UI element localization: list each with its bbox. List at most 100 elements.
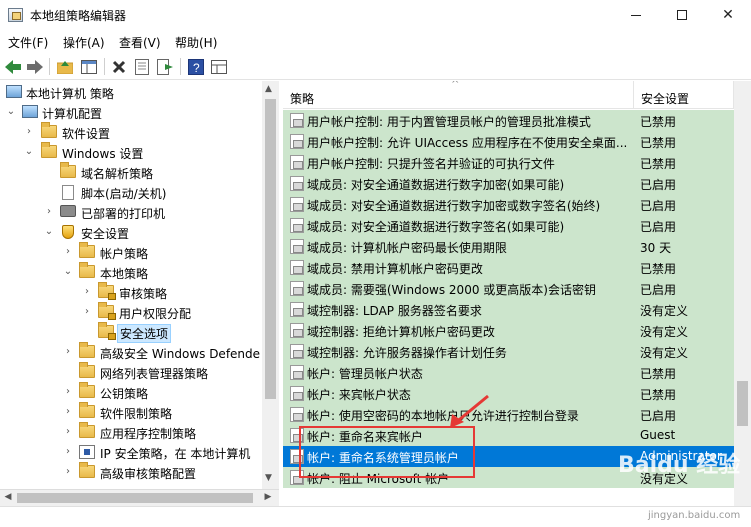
policy-setting: 已启用: [640, 220, 677, 234]
show-hide-tree-button[interactable]: [80, 58, 98, 75]
tree-node-account-policies[interactable]: › 帐户策略: [0, 242, 262, 263]
menu-view[interactable]: 查看(V): [119, 34, 161, 51]
collapsed-chevron-icon[interactable]: ›: [82, 306, 92, 318]
tree-node-local-policies[interactable]: ⌄ 本地策略: [0, 262, 262, 283]
tree-node-label: 公钥策略: [100, 387, 149, 401]
policy-item-icon: [290, 386, 304, 401]
forward-arrow-icon: [27, 59, 43, 74]
collapsed-chevron-icon[interactable]: ›: [63, 426, 73, 438]
tree-node-advanced-audit[interactable]: › 高级审核策略配置: [0, 462, 262, 483]
scroll-thumb[interactable]: [17, 493, 253, 503]
policy-row[interactable]: 域控制器: 允许服务器操作者计划任务 没有定义: [283, 341, 734, 362]
scroll-up-icon[interactable]: ▲: [265, 84, 272, 94]
policy-item-icon: [290, 134, 304, 149]
back-button[interactable]: [4, 58, 22, 75]
tree-node-label: 网络列表管理器策略: [100, 367, 209, 381]
expanded-chevron-icon[interactable]: ⌄: [63, 266, 73, 278]
tree-node-windows-defender-firewall[interactable]: › 高级安全 Windows Defende: [0, 342, 262, 363]
policy-row[interactable]: 域控制器: 拒绝计算机帐户密码更改 没有定义: [283, 320, 734, 341]
filter-view-button[interactable]: [210, 58, 228, 75]
tree-node-security-settings[interactable]: ⌄ 安全设置: [0, 223, 262, 243]
policy-row[interactable]: 用户帐户控制: 用于内置管理员帐户的管理员批准模式 已禁用: [283, 110, 734, 131]
tree-node-label: 本地计算机 策略: [26, 87, 114, 101]
policy-name: 域成员: 需要强(Windows 2000 或更高版本)会话密钥: [307, 283, 596, 297]
menu-action[interactable]: 操作(A): [63, 34, 105, 51]
expanded-chevron-icon[interactable]: ⌄: [6, 106, 16, 118]
policy-row[interactable]: 域成员: 禁用计算机帐户密码更改 已禁用: [283, 257, 734, 278]
policy-row[interactable]: 帐户: 管理员帐户状态 已禁用: [283, 362, 734, 383]
tree-vertical-scrollbar[interactable]: ▲ ▼: [262, 81, 279, 489]
policy-row[interactable]: 用户帐户控制: 允许 UIAccess 应用程序在不使用安全桌面... 已禁用: [283, 131, 734, 152]
column-header-label: 策略: [290, 92, 315, 106]
properties-button[interactable]: [133, 58, 151, 75]
collapsed-chevron-icon[interactable]: ›: [63, 246, 73, 258]
policy-row[interactable]: 帐户: 使用空密码的本地帐户只允许进行控制台登录 已启用: [283, 404, 734, 425]
collapsed-chevron-icon[interactable]: ›: [24, 126, 34, 138]
column-header-policy[interactable]: 策略 ^: [283, 81, 634, 109]
help-icon: ?: [188, 58, 204, 75]
scroll-down-icon[interactable]: ▼: [265, 473, 272, 483]
column-header-security-setting[interactable]: 安全设置: [634, 81, 734, 109]
collapsed-chevron-icon[interactable]: ›: [63, 446, 73, 458]
minimize-button[interactable]: [613, 0, 659, 30]
policy-row[interactable]: 帐户: 来宾帐户状态 已禁用: [283, 383, 734, 404]
policy-row[interactable]: 域成员: 对安全通道数据进行数字加密或数字签名(始终) 已启用: [283, 194, 734, 215]
collapsed-chevron-icon[interactable]: ›: [63, 466, 73, 478]
scroll-right-icon[interactable]: ▶: [262, 492, 274, 504]
properties-icon: [135, 58, 149, 75]
policy-row[interactable]: 用户帐户控制: 只提升签名并验证的可执行文件 已禁用: [283, 152, 734, 173]
menu-file[interactable]: 文件(F): [8, 34, 48, 51]
policy-row[interactable]: 域成员: 需要强(Windows 2000 或更高版本)会话密钥 已启用: [283, 278, 734, 299]
toolbar: ?: [0, 52, 751, 80]
delete-button[interactable]: [110, 58, 128, 75]
collapsed-chevron-icon[interactable]: ›: [63, 406, 73, 418]
toolbar-separator: [180, 58, 181, 75]
tree-node-network-list-manager[interactable]: 网络列表管理器策略: [0, 362, 262, 383]
policy-row[interactable]: 域控制器: LDAP 服务器签名要求 没有定义: [283, 299, 734, 320]
tree-node-local-computer-policy[interactable]: 本地计算机 策略: [0, 83, 262, 103]
tree-node-application-control[interactable]: › 应用程序控制策略: [0, 422, 262, 443]
tree-node-deployed-printers[interactable]: › 已部署的打印机: [0, 203, 262, 223]
back-arrow-icon: [5, 59, 21, 74]
policy-name: 用户帐户控制: 用于内置管理员帐户的管理员批准模式: [307, 115, 591, 129]
policy-row[interactable]: 域成员: 对安全通道数据进行数字加密(如果可能) 已启用: [283, 173, 734, 194]
tree-node-public-key-policies[interactable]: › 公钥策略: [0, 382, 262, 403]
export-list-button[interactable]: [156, 58, 174, 75]
expanded-chevron-icon[interactable]: ⌄: [44, 226, 54, 238]
tree-node-audit-policy[interactable]: › 审核策略: [0, 282, 262, 303]
help-button[interactable]: ?: [187, 58, 205, 75]
folder-icon: [79, 362, 95, 379]
console-tree[interactable]: 本地计算机 策略 ⌄ 计算机配置 › 软件设置 ⌄ Windows 设置 域名解…: [0, 81, 279, 489]
tree-node-software-settings[interactable]: › 软件设置: [0, 122, 262, 143]
close-button[interactable]: ✕: [705, 0, 751, 30]
tree-node-ip-security[interactable]: › IP 安全策略，在 本地计算机: [0, 443, 262, 463]
up-level-button[interactable]: [56, 58, 74, 75]
menu-help[interactable]: 帮助(H): [175, 34, 217, 51]
tree-node-software-restriction[interactable]: › 软件限制策略: [0, 402, 262, 423]
tree-node-user-rights[interactable]: › 用户权限分配: [0, 302, 262, 323]
policy-row[interactable]: 域成员: 对安全通道数据进行数字签名(如果可能) 已启用: [283, 215, 734, 236]
expanded-chevron-icon[interactable]: ⌄: [24, 146, 34, 158]
collapsed-chevron-icon[interactable]: ›: [82, 286, 92, 298]
highlight-box: [299, 426, 475, 478]
console-tree-icon: [81, 59, 97, 74]
policy-setting: 已禁用: [640, 262, 677, 276]
tree-node-scripts[interactable]: 脚本(启动/关机): [0, 183, 262, 203]
folder-icon: [79, 382, 95, 399]
collapsed-chevron-icon[interactable]: ›: [44, 206, 54, 218]
tree-node-name-resolution-policy[interactable]: 域名解析策略: [0, 162, 262, 183]
maximize-button[interactable]: [659, 0, 705, 30]
scroll-left-icon[interactable]: ◀: [2, 492, 14, 504]
policy-row[interactable]: 域成员: 计算机帐户密码最长使用期限 30 天: [283, 236, 734, 257]
tree-node-windows-settings[interactable]: ⌄ Windows 设置: [0, 142, 262, 163]
collapsed-chevron-icon[interactable]: ›: [63, 386, 73, 398]
forward-button[interactable]: [26, 58, 44, 75]
scroll-thumb[interactable]: [265, 99, 276, 399]
tree-node-computer-config[interactable]: ⌄ 计算机配置: [0, 103, 262, 123]
collapsed-chevron-icon[interactable]: ›: [63, 346, 73, 358]
tree-node-security-options[interactable]: 安全选项: [0, 322, 262, 343]
list-vertical-scrollbar[interactable]: [734, 81, 751, 506]
tree-horizontal-scrollbar[interactable]: ◀ ▶: [0, 489, 279, 506]
scroll-thumb[interactable]: [737, 381, 748, 426]
policy-setting: 已禁用: [640, 367, 677, 381]
